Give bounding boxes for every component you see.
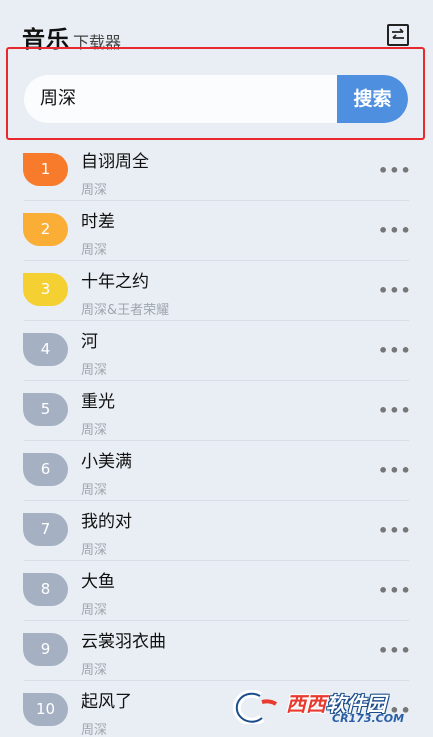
watermark-subtext: CR173.COM — [332, 712, 405, 725]
song-row[interactable]: 7 我的对周深 ••• — [0, 501, 433, 561]
song-artist: 周深 — [81, 423, 108, 438]
song-artist: 周深&王者荣耀 — [81, 303, 170, 318]
more-options-icon[interactable]: ••• — [378, 641, 411, 661]
song-artist: 周深 — [81, 183, 108, 198]
song-title: 自诩周全 — [81, 152, 149, 172]
rank-badge: 10 — [23, 693, 68, 726]
song-artist: 周深 — [81, 363, 108, 378]
song-title: 小美满 — [81, 452, 132, 472]
rank-badge: 9 — [23, 633, 68, 666]
song-list: 1 自诩周全 周深 ••• 2 时差 周深 ••• 3 十年之约 周深&王者荣耀 ••• 4 河周深 •••… — [0, 141, 433, 737]
song-title: 十年之约 — [81, 272, 149, 292]
rank-badge: 5 — [23, 393, 68, 426]
more-options-icon[interactable]: ••• — [378, 401, 411, 421]
song-artist: 周深 — [81, 663, 108, 678]
more-options-icon[interactable]: ••• — [378, 281, 411, 301]
more-options-icon[interactable]: ••• — [378, 221, 411, 241]
song-artist: 周深 — [81, 243, 108, 258]
song-row[interactable]: 3 十年之约周深&王者荣耀 ••• — [0, 261, 433, 321]
song-artist: 周深 — [81, 723, 108, 737]
song-title: 云裳羽衣曲 — [81, 632, 166, 652]
song-row[interactable]: 9 云裳羽衣曲周深 ••• — [0, 621, 433, 681]
rank-badge: 4 — [23, 333, 68, 366]
rank-badge: 6 — [23, 453, 68, 486]
song-title: 我的对 — [81, 512, 132, 532]
more-options-icon[interactable]: ••• — [378, 341, 411, 361]
search-button[interactable]: 搜索 — [337, 75, 408, 123]
rank-badge: 1 — [23, 153, 68, 186]
rank-badge: 2 — [23, 213, 68, 246]
more-options-icon[interactable]: ••• — [378, 521, 411, 541]
watermark-text: 西西软件园 — [286, 692, 386, 716]
song-row[interactable]: 5 重光周深 ••• — [0, 381, 433, 441]
search-box: 搜索 — [24, 75, 408, 123]
more-options-icon[interactable]: ••• — [378, 161, 411, 181]
song-title: 河 — [81, 332, 98, 352]
song-row[interactable]: 4 河周深 ••• — [0, 321, 433, 381]
app-header: 音乐 下载器 — [0, 0, 433, 53]
rank-badge: 3 — [23, 273, 68, 306]
song-row[interactable]: 2 时差周深 ••• — [0, 201, 433, 261]
song-row[interactable]: 8 大鱼周深 ••• — [0, 561, 433, 621]
song-title: 时差 — [81, 212, 115, 232]
watermark: 西西软件园 CR173.COM — [232, 686, 414, 728]
rank-badge: 7 — [23, 513, 68, 546]
song-artist: 周深 — [81, 543, 108, 558]
song-title: 大鱼 — [81, 572, 115, 592]
swap-arrows-icon[interactable] — [387, 24, 409, 46]
song-row[interactable]: 1 自诩周全周深 ••• — [0, 141, 433, 201]
watermark-logo-icon — [232, 690, 278, 724]
song-artist: 周深 — [81, 603, 108, 618]
song-title: 起风了 — [81, 692, 132, 712]
rank-badge: 8 — [23, 573, 68, 606]
search-input[interactable] — [40, 75, 340, 123]
song-artist: 周深 — [81, 483, 108, 498]
more-options-icon[interactable]: ••• — [378, 461, 411, 481]
song-title: 重光 — [81, 392, 115, 412]
song-row[interactable]: 6 小美满周深 ••• — [0, 441, 433, 501]
more-options-icon[interactable]: ••• — [378, 581, 411, 601]
